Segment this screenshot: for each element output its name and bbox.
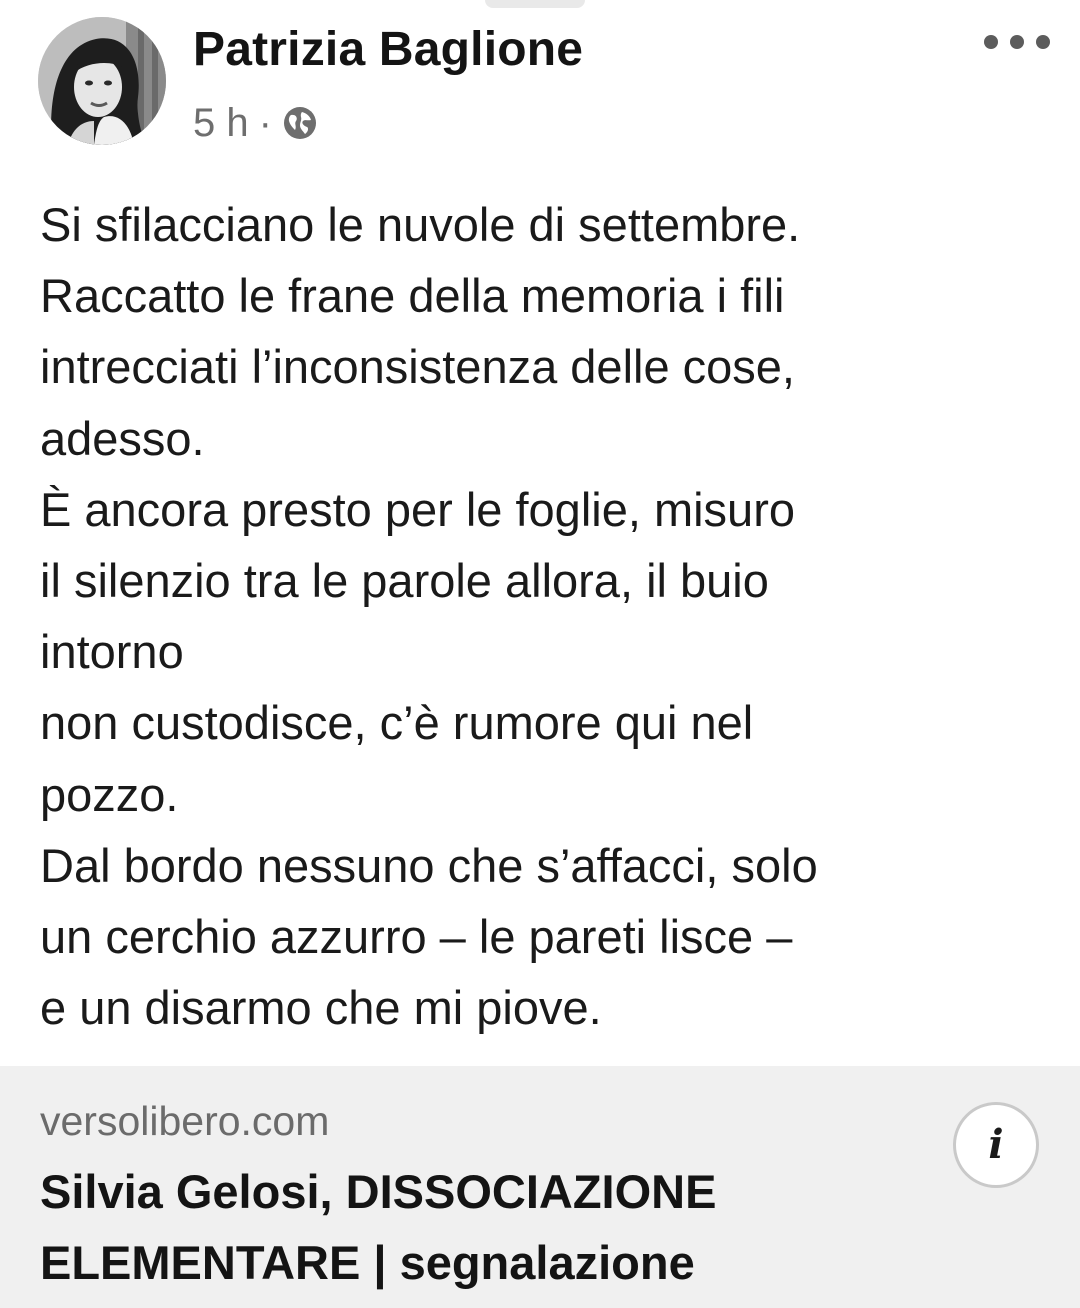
info-button[interactable]: i xyxy=(953,1102,1039,1188)
post-text: Si sfilacciano le nuvole di settembre. R… xyxy=(40,189,1040,1043)
top-notch-indicator xyxy=(485,0,585,8)
post-text-line: È ancora presto per le foglie, misuro xyxy=(40,482,795,536)
more-options-button[interactable] xyxy=(984,20,1050,64)
post-text-line: pozzo. xyxy=(40,767,179,821)
link-title-line: ELEMENTARE | segnalazione xyxy=(40,1236,695,1289)
info-icon: i xyxy=(988,1121,1004,1168)
avatar-photo xyxy=(38,17,166,145)
avatar[interactable] xyxy=(38,17,166,145)
post-text-line: intrecciati l’inconsistenza delle cose, xyxy=(40,340,795,394)
post-text-line: il silenzio tra le parole allora, il bui… xyxy=(40,554,769,608)
post-text-line: Raccatto le frane della memoria i fili xyxy=(40,269,785,323)
link-title-line: Silvia Gelosi, DISSOCIAZIONE xyxy=(40,1165,717,1218)
globe-icon[interactable] xyxy=(282,105,318,141)
post-timestamp[interactable]: 5 h xyxy=(193,101,249,146)
link-title: Silvia Gelosi, DISSOCIAZIONE ELEMENTARE … xyxy=(40,1156,900,1298)
post-text-line: adesso. xyxy=(40,411,205,465)
post-text-line: e un disarmo che mi piove. xyxy=(40,981,602,1035)
more-horizontal-icon-dot-3 xyxy=(1036,35,1050,49)
post-text-line: Dal bordo nessuno che s’affacci, solo xyxy=(40,838,818,892)
author-name[interactable]: Patrizia Baglione xyxy=(193,22,583,77)
post-text-line: Si sfilacciano le nuvole di settembre. xyxy=(40,198,801,251)
post-text-line: intorno xyxy=(40,625,184,679)
more-horizontal-icon-dot-1 xyxy=(984,35,998,49)
post-text-line: un cerchio azzurro – le pareti lisce – xyxy=(40,910,793,964)
post-meta: 5 h · xyxy=(193,99,318,147)
more-horizontal-icon-dot-2 xyxy=(1010,35,1024,49)
link-domain: versolibero.com xyxy=(40,1098,330,1144)
post-text-line: non custodisce, c’è rumore qui nel xyxy=(40,696,754,750)
link-preview-card[interactable]: versolibero.com Silvia Gelosi, DISSOCIAZ… xyxy=(0,1066,1080,1308)
meta-separator: · xyxy=(258,100,272,145)
facebook-post: Patrizia Baglione 5 h · Si sfilacciano l… xyxy=(0,0,1080,1308)
